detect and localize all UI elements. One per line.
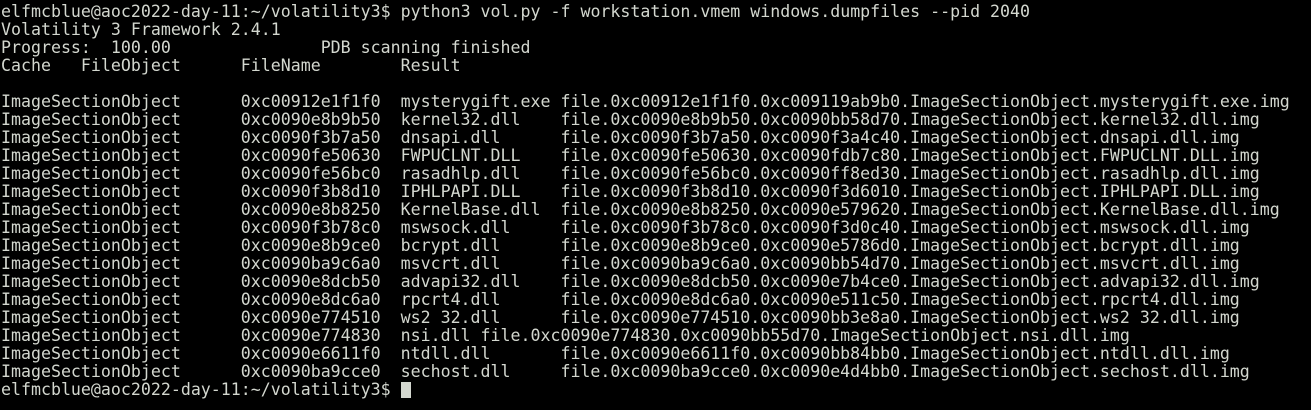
table-row: ImageSectionObject 0xc0090e8b9b50 kernel… — [1, 111, 1260, 129]
command-text: python3 vol.py -f workstation.vmem windo… — [400, 3, 1031, 21]
output-line: Volatility 3 Framework 2.4.1 — [1, 21, 281, 39]
shell-prompt: elfmcblue@aoc2022-day-11:~/volatility3$ — [1, 381, 391, 399]
active-prompt-line[interactable]: elfmcblue@aoc2022-day-11:~/volatility3$ — [1, 381, 1311, 399]
table-row: ImageSectionObject 0xc0090e8dc6a0 rpcrt4… — [1, 291, 1240, 309]
shell-prompt: elfmcblue@aoc2022-day-11:~/volatility3$ — [1, 3, 391, 21]
table-row: ImageSectionObject 0xc00912e1f1f0 myster… — [1, 93, 1290, 111]
table-row: ImageSectionObject 0xc0090e774830 nsi.dl… — [1, 327, 1130, 345]
table-row: ImageSectionObject 0xc0090f3b8d10 IPHLPA… — [1, 183, 1260, 201]
table-row: ImageSectionObject 0xc0090ba9c6a0 msvcrt… — [1, 255, 1240, 273]
terminal-window[interactable]: elfmcblue@aoc2022-day-11:~/volatility3$ … — [0, 0, 1311, 410]
table-row: ImageSectionObject 0xc0090f3b7a50 dnsapi… — [1, 129, 1240, 147]
table-row: ImageSectionObject 0xc0090fe56bc0 rasadh… — [1, 165, 1260, 183]
table-row: ImageSectionObject 0xc0090ba9cce0 sechos… — [1, 363, 1250, 381]
text-cursor — [400, 382, 411, 398]
table-header: Cache FileObject FileName Result — [1, 57, 461, 75]
table-row: ImageSectionObject 0xc0090e8b9ce0 bcrypt… — [1, 237, 1240, 255]
command-line: elfmcblue@aoc2022-day-11:~/volatility3$ … — [1, 3, 1311, 21]
table-row: ImageSectionObject 0xc0090e774510 ws2 32… — [1, 309, 1240, 327]
table-row: ImageSectionObject 0xc0090e8dcb50 advapi… — [1, 273, 1260, 291]
command-output: Volatility 3 Framework 2.4.1 Progress: 1… — [1, 21, 1311, 381]
table-row: ImageSectionObject 0xc0090fe50630 FWPUCL… — [1, 147, 1260, 165]
table-row: ImageSectionObject 0xc0090e6611f0 ntdll.… — [1, 345, 1230, 363]
table-row: ImageSectionObject 0xc0090e8b8250 Kernel… — [1, 201, 1280, 219]
table-row: ImageSectionObject 0xc0090f3b78c0 mswsoc… — [1, 219, 1250, 237]
output-line: Progress: 100.00 PDB scanning finished — [1, 39, 531, 57]
